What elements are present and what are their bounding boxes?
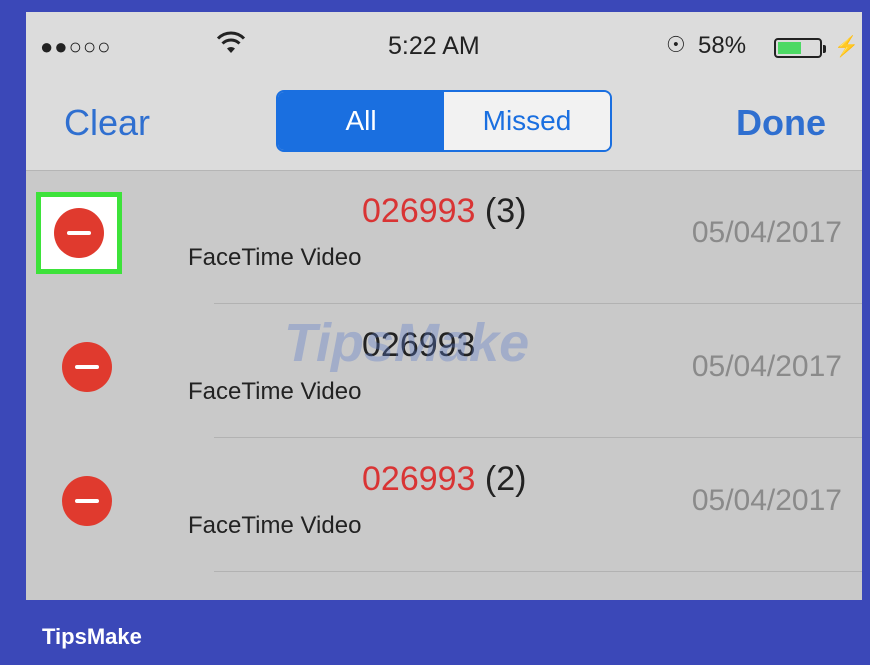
done-button[interactable]: Done [736, 102, 826, 144]
delete-minus-icon[interactable] [62, 342, 112, 392]
delete-button-wrap[interactable] [56, 336, 118, 398]
call-row[interactable]: 026993 (2) FaceTime Video 05/04/2017 [26, 438, 862, 572]
call-number: 026993 (3) [362, 192, 526, 231]
watermark-logo: TipsMake [284, 313, 530, 373]
delete-button-wrap[interactable] [56, 470, 118, 532]
call-date: 05/04/2017 [691, 350, 842, 383]
call-date: 05/04/2017 [691, 484, 842, 517]
call-type: FaceTime Video [188, 512, 362, 539]
delete-minus-icon[interactable] [62, 476, 112, 526]
battery-nub [823, 45, 826, 53]
status-bar: ●●○○○ 5:22 AM ☉ 58% ⚡ [26, 12, 862, 88]
delete-minus-icon[interactable] [54, 208, 104, 258]
nav-bar: Clear All Missed Done [26, 88, 862, 171]
charging-bolt-icon: ⚡ [834, 36, 859, 58]
row-separator [214, 571, 862, 572]
signal-strength-icon: ●●○○○ [40, 34, 112, 59]
call-count: (3) [484, 192, 527, 230]
battery-fill [778, 42, 801, 54]
segment-missed[interactable]: Missed [444, 92, 610, 150]
delete-button-highlight[interactable] [36, 192, 122, 274]
call-type: FaceTime Video [188, 244, 362, 271]
status-time: 5:22 AM [388, 32, 480, 60]
call-count: (2) [484, 460, 527, 498]
clear-button[interactable]: Clear [64, 102, 150, 144]
call-number: 026993 (2) [362, 460, 526, 499]
segment-all[interactable]: All [278, 92, 444, 150]
battery-icon [774, 38, 826, 58]
rotation-lock-icon: ☉ [666, 32, 686, 57]
filter-segmented-control: All Missed [276, 90, 612, 152]
battery-percent: 58% [698, 32, 747, 59]
call-number-value: 026993 [362, 192, 476, 230]
wifi-icon [216, 30, 246, 63]
call-row[interactable]: 026993 (3) FaceTime Video 05/04/2017 [26, 170, 862, 304]
phone-screen: ●●○○○ 5:22 AM ☉ 58% ⚡ Clear All Missed D… [26, 12, 862, 600]
call-number-value: 026993 [362, 460, 476, 498]
call-type: FaceTime Video [188, 378, 362, 405]
call-date: 05/04/2017 [691, 216, 842, 249]
footer-brand: TipsMake [42, 624, 142, 649]
